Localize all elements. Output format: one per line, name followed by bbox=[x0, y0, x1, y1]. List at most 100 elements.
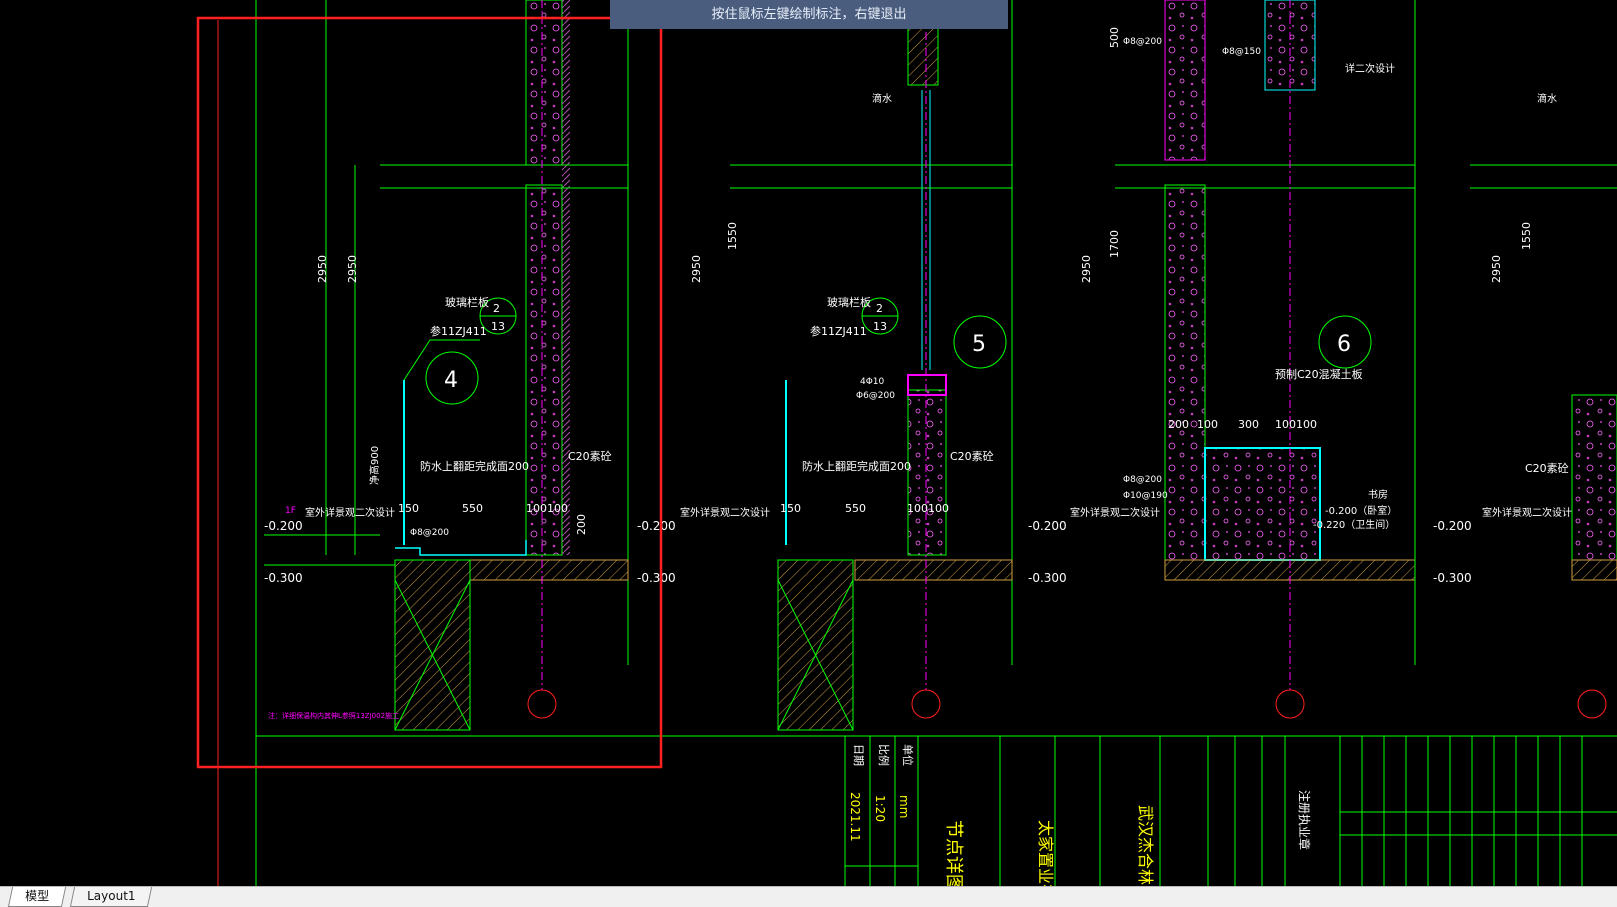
waterproof-label: 防水上翻距完成面200 bbox=[802, 459, 911, 473]
rebar-label: Φ8@200 bbox=[1123, 37, 1162, 47]
level-bath: -0.220（卫生间） bbox=[1313, 518, 1395, 531]
foundation-beam bbox=[394, 559, 471, 731]
date-value: 2021.11 bbox=[848, 792, 862, 842]
tab-layout1[interactable]: Layout1 bbox=[69, 887, 153, 907]
floor-outline bbox=[395, 540, 527, 556]
unit-label: 单位 bbox=[901, 744, 915, 766]
detail-marker-number: 4 bbox=[444, 368, 458, 393]
ref-num-bottom: 13 bbox=[491, 320, 505, 333]
study-label: 书房 bbox=[1368, 488, 1388, 501]
dim-text: 150 bbox=[398, 502, 419, 515]
rebar-label: Φ8@200 bbox=[1123, 475, 1162, 485]
rebar-label: Φ10@190 bbox=[1123, 491, 1168, 501]
detail-marker-number: 5 bbox=[972, 332, 986, 357]
floor-tag: 1F bbox=[285, 506, 296, 516]
second-design-label: 详二次设计 bbox=[1345, 62, 1395, 75]
level-bed: -0.200（卧室） bbox=[1325, 504, 1397, 517]
dim-text: 200 bbox=[575, 514, 588, 535]
tab-model-label: 模型 bbox=[25, 889, 50, 903]
dim-text: 2950 bbox=[690, 255, 703, 283]
dim-text: 200 bbox=[1168, 418, 1189, 431]
command-prompt-banner: 按住鼠标左键绘制标注，右键退出 bbox=[610, 0, 1008, 29]
scale-value: 1:20 bbox=[873, 795, 887, 822]
bottom-box bbox=[1204, 447, 1321, 561]
c20-label: C20素砼 bbox=[950, 450, 994, 463]
wall-concrete-top bbox=[525, 0, 563, 166]
rebar-label: 4Φ10 bbox=[860, 377, 885, 387]
c20-label: C20素砼 bbox=[568, 450, 612, 463]
project-name: 武汉杰合林公园 bbox=[1136, 805, 1155, 886]
detail-marker-number: 6 bbox=[1337, 332, 1351, 357]
wall-concrete bbox=[1571, 394, 1617, 561]
scale-label: 比例 bbox=[877, 744, 891, 766]
outdoor-label: 室外详景观二次设计 bbox=[1482, 506, 1572, 519]
ref-label: 参11ZJ411 bbox=[430, 324, 487, 338]
leader bbox=[403, 339, 480, 381]
dim-text: 净高900 bbox=[368, 446, 381, 485]
level-2: -0.300 bbox=[637, 571, 676, 585]
waterproof-label: 防水上翻距完成面200 bbox=[420, 459, 529, 473]
dim-text: 100100 bbox=[526, 502, 568, 515]
tab-model[interactable]: 模型 bbox=[7, 887, 67, 907]
level-1: -0.200 bbox=[1028, 519, 1067, 533]
drip-label: 滴水 bbox=[1537, 92, 1557, 105]
ref-label: 参11ZJ411 bbox=[810, 324, 867, 338]
dim-text: 100100 bbox=[1275, 418, 1317, 431]
rebar-label: Φ6@200 bbox=[856, 391, 895, 401]
axis-bubble bbox=[527, 689, 557, 719]
floor-slab bbox=[854, 559, 1013, 581]
floor-slab bbox=[469, 559, 629, 581]
level-1: -0.200 bbox=[1433, 519, 1472, 533]
dim-text: 2950 bbox=[1080, 255, 1093, 283]
dim-text: 1700 bbox=[1108, 230, 1121, 258]
wall-concrete bbox=[1164, 184, 1206, 561]
glass-rail-label: 玻璃栏板 bbox=[445, 295, 489, 309]
company-name: 太家置业有限 bbox=[1036, 820, 1055, 886]
glass-rail-label: 玻璃栏板 bbox=[827, 295, 871, 309]
outdoor-label: 室外详景观二次设计 bbox=[1070, 506, 1160, 519]
seal-label: 注册执业章 bbox=[1297, 790, 1312, 850]
wall-concrete bbox=[907, 389, 947, 556]
level-2: -0.300 bbox=[1028, 571, 1067, 585]
detail-6[interactable]: 6 预制C20混凝土板 详二次设计 Φ8@200 Φ8@150 Φ8@200 Φ… bbox=[1028, 0, 1416, 719]
dim-text: 100100 bbox=[907, 502, 949, 515]
detail-partial-right: -0.200 -0.300 室外详景观二次设计 C20素砼 滴水 2950 15… bbox=[1433, 92, 1617, 719]
outdoor-label: 室外详景观二次设计 bbox=[680, 506, 770, 519]
dim-text: 1550 bbox=[1520, 222, 1533, 250]
floor-slab bbox=[1571, 559, 1617, 581]
outdoor-label: 室外详景观二次设计 bbox=[305, 506, 395, 519]
axis-bubble bbox=[1577, 689, 1607, 719]
dim-text: 300 bbox=[1238, 418, 1259, 431]
level-2: -0.300 bbox=[1433, 571, 1472, 585]
rebar-label: Φ8@150 bbox=[1222, 47, 1261, 57]
dim-text: 1550 bbox=[726, 222, 739, 250]
ref-num-bottom: 13 bbox=[873, 320, 887, 333]
layout-tab-bar: 模型 Layout1 bbox=[0, 886, 1617, 907]
wall-concrete bbox=[525, 184, 563, 556]
ref-num-top: 2 bbox=[493, 302, 500, 315]
detail-4[interactable]: 4 2 13 玻璃栏板 参11ZJ411 防水上翻距完成面200 C20素砼 室… bbox=[264, 0, 629, 731]
dim-text: 150 bbox=[780, 502, 801, 515]
dim-text: 2950 bbox=[316, 255, 329, 283]
dim-text: 2950 bbox=[346, 255, 359, 283]
foundation-beam bbox=[777, 559, 854, 731]
dim-text: 550 bbox=[845, 502, 866, 515]
c20-label: C20素砼 bbox=[1525, 462, 1569, 475]
date-label: 日期 bbox=[852, 744, 865, 766]
dim-text: 550 bbox=[462, 502, 483, 515]
cad-drawing-canvas[interactable]: 4 2 13 玻璃栏板 参11ZJ411 防水上翻距完成面200 C20素砼 室… bbox=[0, 0, 1617, 886]
title-block: 日期 2021.11 比例 1:20 单位 mm 节点详图（ 太家置业有限 武汉… bbox=[844, 736, 1617, 886]
level-1: -0.200 bbox=[637, 519, 676, 533]
tab-layout1-label: Layout1 bbox=[87, 889, 136, 903]
rebar-label: Φ8@200 bbox=[410, 528, 449, 538]
wall-concrete bbox=[1164, 0, 1206, 161]
axis-bubble bbox=[1275, 689, 1305, 719]
drip-label: 滴水 bbox=[872, 92, 892, 105]
dim-text: 2950 bbox=[1490, 255, 1503, 283]
level-2: -0.300 bbox=[264, 571, 303, 585]
level-1: -0.200 bbox=[264, 519, 303, 533]
detail-5[interactable]: 5 2 13 玻璃栏板 参11ZJ411 防水上翻距完成面200 C20素砼 室… bbox=[637, 0, 1013, 731]
dim-text: 100 bbox=[1197, 418, 1218, 431]
wall-insulation bbox=[562, 0, 570, 555]
precast-label: 预制C20混凝土板 bbox=[1275, 367, 1363, 381]
